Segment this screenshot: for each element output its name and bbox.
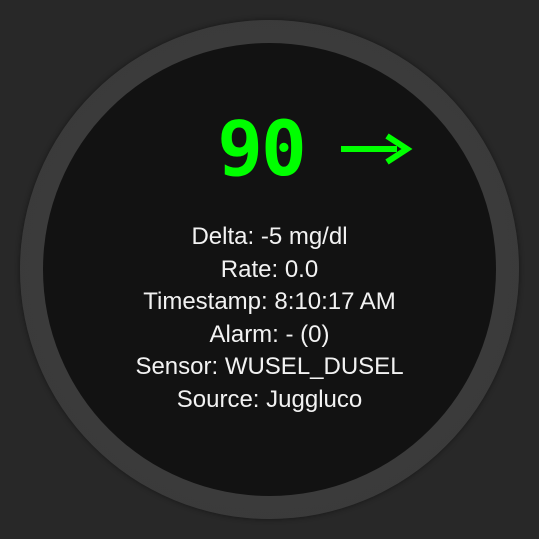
info-panel: Delta: -5 mg/dl Rate: 0.0 Timestamp: 8:1… [43,221,496,416]
glucose-value: 90 [217,104,307,193]
watch-screen: 90 Delta: -5 mg/dl Rate: 0.0 Timestamp: … [43,43,496,496]
source-text: Source: Juggluco [176,385,363,413]
sensor-text: Sensor: WUSEL_DUSEL [135,353,404,380]
delta-text: Delta: -5 mg/dl [191,223,348,250]
arrow-right-icon [341,133,413,165]
timestamp-text: Timestamp: 8:10:17 AM [143,288,396,315]
alarm-text: Alarm: - (0) [209,320,330,348]
rate-text: Rate: 0.0 [220,255,319,283]
